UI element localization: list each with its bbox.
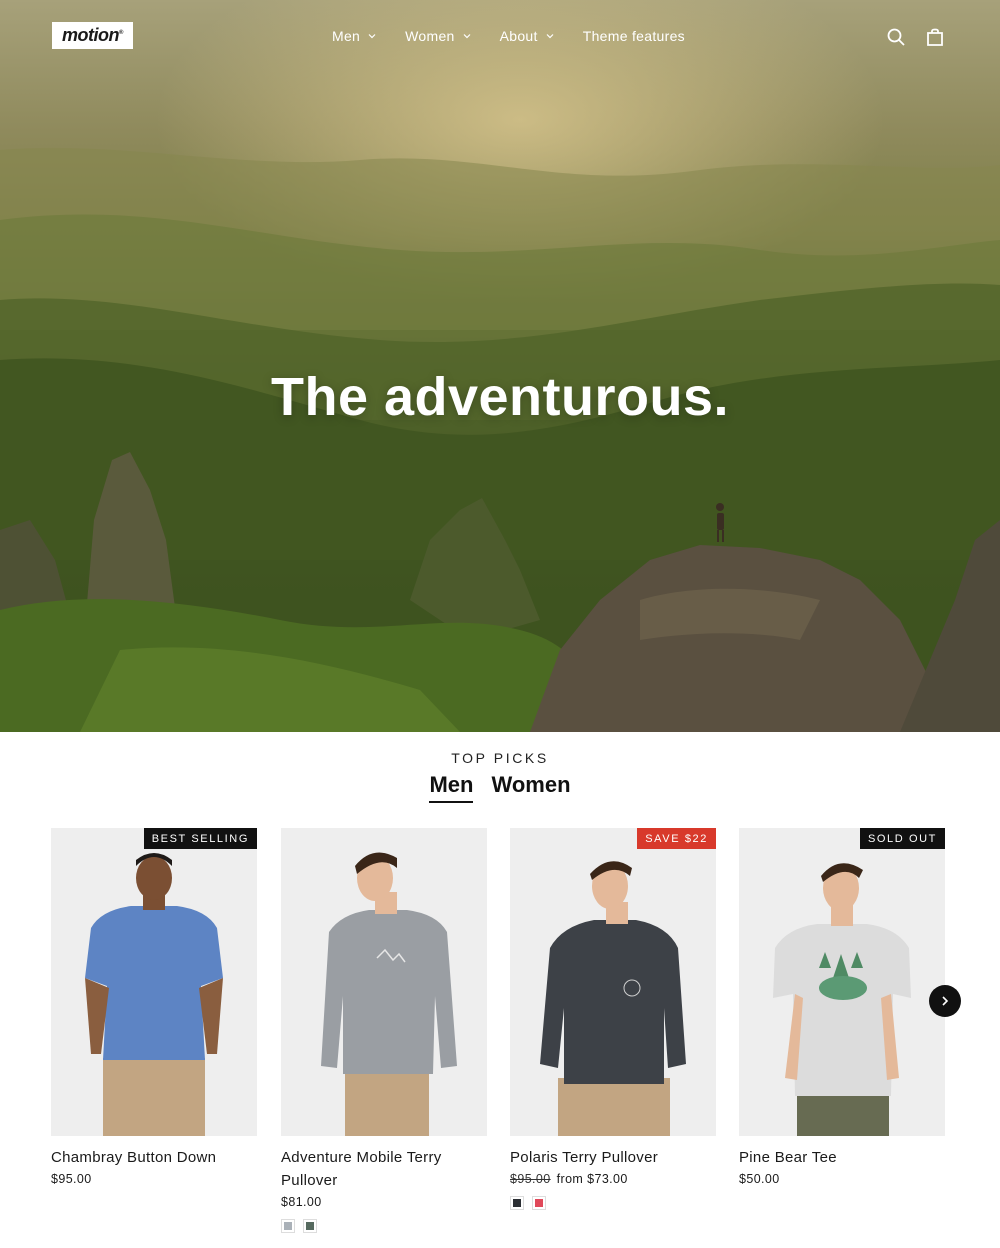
product-photo — [739, 828, 945, 1136]
chevron-down-icon — [368, 34, 376, 39]
product-title[interactable]: Chambray Button Down — [51, 1146, 257, 1169]
product-price: $95.00 — [51, 1172, 92, 1186]
nav-item-about[interactable]: About — [500, 26, 554, 46]
product-title[interactable]: Adventure Mobile Terry Pullover — [281, 1146, 487, 1192]
color-swatches — [510, 1196, 716, 1210]
chevron-down-icon — [463, 34, 471, 39]
collection-tabs: Men Women — [0, 772, 1000, 803]
color-swatch[interactable] — [281, 1219, 295, 1233]
product-photo — [510, 828, 716, 1136]
product-card[interactable]: BEST SELLING Chambray Button Down $95.00 — [51, 828, 257, 1186]
product-image[interactable]: SOLD OUT — [739, 828, 945, 1136]
color-swatch[interactable] — [532, 1196, 546, 1210]
nav-item-men[interactable]: Men — [332, 26, 376, 46]
logo[interactable]: motion® — [52, 22, 133, 49]
search-icon[interactable] — [886, 27, 906, 47]
product-card[interactable]: SAVE $22 Polaris Terry Pullover $95.00 fr… — [510, 828, 716, 1210]
product-image[interactable]: SAVE $22 — [510, 828, 716, 1136]
product-card[interactable]: Adventure Mobile Terry Pullover $81.00 — [281, 828, 487, 1233]
carousel-next-button[interactable] — [929, 985, 961, 1017]
hero-title: The adventurous. — [270, 367, 730, 427]
main-nav: Men Women About Theme features — [332, 26, 685, 46]
product-photo — [51, 828, 257, 1136]
product-badge: SAVE $22 — [637, 828, 716, 849]
product-price: $50.00 — [739, 1172, 780, 1186]
hero-banner: The adventurous. — [0, 0, 1000, 732]
product-image[interactable] — [281, 828, 487, 1136]
color-swatch[interactable] — [303, 1219, 317, 1233]
product-title[interactable]: Pine Bear Tee — [739, 1146, 945, 1169]
nav-item-women[interactable]: Women — [405, 26, 471, 46]
product-card[interactable]: SOLD OUT Pine Bear Tee $50.00 — [739, 828, 945, 1186]
chevron-down-icon — [546, 34, 554, 39]
tab-women[interactable]: Women — [491, 772, 570, 803]
product-badge: SOLD OUT — [859, 828, 945, 849]
chevron-right-icon — [942, 996, 949, 1006]
product-price: $81.00 — [281, 1195, 322, 1209]
product-price: $95.00 from $73.00 — [510, 1172, 716, 1186]
product-title[interactable]: Polaris Terry Pullover — [510, 1146, 716, 1169]
product-image[interactable]: BEST SELLING — [51, 828, 257, 1136]
product-badge: BEST SELLING — [143, 828, 257, 849]
color-swatch[interactable] — [510, 1196, 524, 1210]
section-label: TOP PICKS — [451, 750, 549, 766]
sale-price: from $73.00 — [556, 1172, 628, 1186]
color-swatches — [281, 1219, 487, 1233]
tab-men[interactable]: Men — [429, 772, 474, 803]
nav-item-theme-features[interactable]: Theme features — [583, 26, 685, 46]
original-price: $95.00 — [510, 1172, 551, 1186]
cart-icon[interactable] — [925, 27, 945, 47]
product-photo — [281, 828, 487, 1136]
logo-text: motion® — [62, 25, 123, 45]
